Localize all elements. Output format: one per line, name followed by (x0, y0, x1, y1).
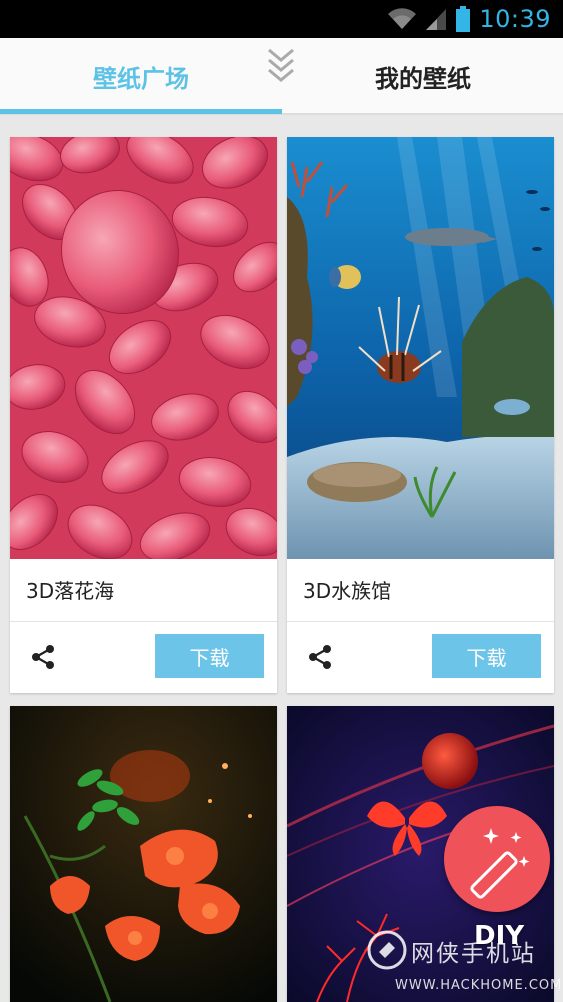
tab-indicator (0, 109, 282, 114)
watermark-logo-icon (367, 930, 407, 970)
status-bar: 10:39 (0, 0, 563, 38)
clock: 10:39 (479, 5, 551, 33)
diy-fab-button[interactable] (444, 806, 550, 912)
wallpaper-preview-image[interactable] (10, 137, 277, 559)
watermark-url: WWW.HACKHOME.COM (395, 978, 563, 993)
wifi-icon (388, 8, 417, 30)
tab-bar: 壁纸广场 我的壁纸 (0, 38, 563, 115)
wallpaper-preview-image[interactable] (10, 706, 277, 1002)
chevron-down-icon[interactable] (263, 46, 299, 86)
divider (10, 621, 277, 622)
share-icon[interactable] (30, 644, 56, 670)
battery-icon (456, 6, 471, 32)
wallpaper-title: 3D水族馆 (303, 579, 392, 603)
magic-wand-icon (470, 828, 530, 899)
download-button[interactable]: 下载 (432, 634, 541, 678)
watermark: 网侠手机站 WWW.HACKHOME.COM (365, 928, 561, 1000)
wallpaper-title: 3D落花海 (26, 579, 115, 603)
divider (287, 621, 554, 622)
status-icons: 10:39 (387, 4, 551, 34)
tab-wallpaper-square[interactable]: 壁纸广场 (0, 38, 282, 114)
watermark-text: 网侠手机站 (411, 941, 536, 967)
wallpaper-card[interactable]: 3D水族馆 下载 (287, 137, 554, 693)
wallpaper-preview-image[interactable] (287, 137, 554, 559)
share-icon[interactable] (307, 644, 333, 670)
tab-my-wallpapers[interactable]: 我的壁纸 (282, 38, 563, 114)
signal-icon (426, 9, 447, 30)
wallpaper-card[interactable]: 3D落花海 下载 (10, 137, 277, 693)
wallpaper-card[interactable] (10, 706, 277, 1002)
download-button[interactable]: 下载 (155, 634, 264, 678)
